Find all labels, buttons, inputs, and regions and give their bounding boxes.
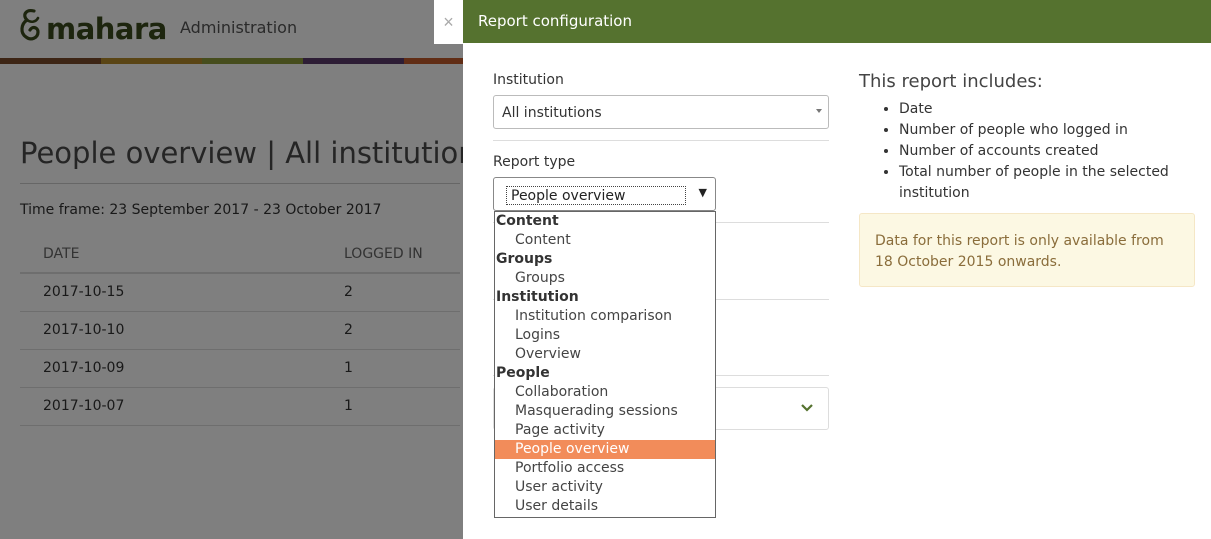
- dropdown-option[interactable]: Content: [495, 231, 715, 250]
- panel-title: Report configuration: [463, 0, 1211, 43]
- dropdown-option[interactable]: Collaboration: [495, 383, 715, 402]
- report-config-panel: Report configuration Institution All ins…: [463, 0, 1211, 539]
- dropdown-option[interactable]: Institution comparison: [495, 307, 715, 326]
- option-group-label: Institution: [496, 289, 579, 305]
- chevron-down-icon: [801, 404, 813, 412]
- includes-heading: This report includes:: [859, 71, 1043, 92]
- list-item: Total number of people in the selected i…: [899, 162, 1199, 204]
- list-item: Number of people who logged in: [899, 120, 1199, 141]
- dropdown-option[interactable]: Masquerading sessions: [495, 402, 715, 421]
- caret-down-icon: [816, 109, 822, 113]
- dropdown-option[interactable]: Groups: [495, 269, 715, 288]
- institution-select[interactable]: All institutions: [493, 95, 829, 129]
- dropdown-option[interactable]: Page activity: [495, 421, 715, 440]
- institution-select-value: All institutions: [502, 105, 602, 121]
- list-item: Date: [899, 99, 1199, 120]
- option-group-label: Groups: [496, 251, 553, 267]
- report-type-options-list[interactable]: Content Content Groups Groups Institution Ins…: [494, 211, 716, 518]
- dropdown-option[interactable]: Logins: [495, 326, 715, 345]
- dropdown-option[interactable]: Portfolio access: [495, 459, 715, 478]
- dropdown-option[interactable]: User activity: [495, 478, 715, 497]
- dropdown-option-selected[interactable]: People overview: [495, 440, 715, 459]
- report-type-label: Report type: [493, 154, 576, 170]
- option-group-label: Content: [496, 213, 559, 229]
- includes-list: Date Number of people who logged in Numb…: [899, 99, 1199, 204]
- list-item: Number of accounts created: [899, 141, 1199, 162]
- divider: [493, 140, 829, 141]
- dropdown-option[interactable]: User details: [495, 497, 715, 516]
- data-availability-notice: Data for this report is only available f…: [859, 213, 1195, 287]
- option-group-label: People: [496, 365, 550, 381]
- report-type-select[interactable]: People overview ▼: [493, 177, 716, 211]
- report-type-select-value: People overview: [506, 186, 686, 205]
- institution-label: Institution: [493, 72, 564, 88]
- dropdown-option[interactable]: Overview: [495, 345, 715, 364]
- dropdown-arrow-icon: ▼: [698, 186, 707, 199]
- close-button[interactable]: ×: [434, 0, 463, 44]
